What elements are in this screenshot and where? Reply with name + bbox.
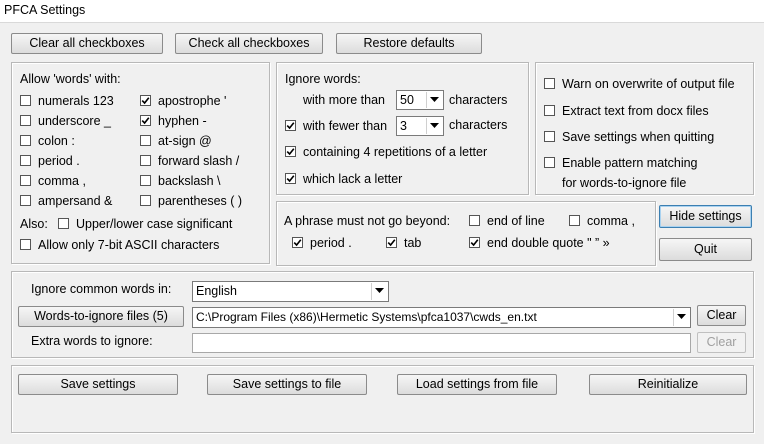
restore-defaults-button[interactable]: Restore defaults <box>336 33 482 54</box>
checkmark-icon <box>141 97 150 105</box>
checkbox-box[interactable] <box>140 135 151 146</box>
extra-words-input[interactable] <box>192 333 691 353</box>
checkbox-box[interactable] <box>140 175 151 186</box>
checkmark-icon <box>141 117 150 125</box>
checkmark-icon <box>286 148 295 156</box>
clear-file-button[interactable]: Clear <box>697 305 746 326</box>
checkbox-box[interactable] <box>285 173 296 184</box>
words-to-ignore-files-button[interactable]: Words-to-ignore files (5) <box>18 306 184 327</box>
ignore-words-heading: Ignore words: <box>285 72 361 86</box>
common-words-group: Ignore common words in: English Words-to… <box>11 271 754 358</box>
load-settings-from-file-button[interactable]: Load settings from file <box>397 374 557 395</box>
checkbox-box[interactable] <box>292 237 303 248</box>
chevron-down-icon[interactable] <box>371 283 387 300</box>
checkbox-box[interactable] <box>20 95 31 106</box>
checkbox-box[interactable] <box>20 155 31 166</box>
ignore-words-group: Ignore words: with more than 50 characte… <box>276 62 529 195</box>
checkbox-box[interactable] <box>469 237 480 248</box>
settings-window: PFCA Settings Clear all checkboxes Check… <box>0 0 764 444</box>
checkbox-box[interactable] <box>20 135 31 146</box>
chevron-down-icon[interactable] <box>426 92 442 108</box>
pattern-matching-label-2: for words-to-ignore file <box>562 176 687 190</box>
checkbox-box[interactable] <box>386 237 397 248</box>
checkmark-icon <box>387 239 396 247</box>
fewer-than-select[interactable]: 3 <box>396 116 444 136</box>
language-select[interactable]: English <box>192 281 389 302</box>
checkbox-box[interactable] <box>20 175 31 186</box>
save-settings-to-file-button[interactable]: Save settings to file <box>207 374 367 395</box>
checkbox-box[interactable] <box>285 120 296 131</box>
allow-words-group: Allow 'words' with: numerals 123 undersc… <box>11 62 270 264</box>
checkbox-box[interactable] <box>20 239 31 250</box>
quit-button[interactable]: Quit <box>659 238 752 261</box>
window-title: PFCA Settings <box>4 3 86 17</box>
checkbox-box[interactable] <box>20 115 31 126</box>
checkmark-icon <box>470 239 479 247</box>
checkbox-box[interactable] <box>544 78 555 89</box>
options-group: Warn on overwrite of output file Extract… <box>535 62 754 195</box>
checkbox-box[interactable] <box>140 155 151 166</box>
checkbox-box[interactable] <box>20 195 31 206</box>
checkmark-icon <box>286 175 295 183</box>
checkbox-box[interactable] <box>140 95 151 106</box>
checkbox-box[interactable] <box>544 131 555 142</box>
checkbox-box[interactable] <box>544 105 555 116</box>
checkbox-box[interactable] <box>569 215 580 226</box>
checkbox-box[interactable] <box>140 115 151 126</box>
clear-extra-words-button[interactable]: Clear <box>697 332 746 353</box>
fewer-than-unit: characters <box>449 118 508 132</box>
checkbox-box[interactable] <box>140 195 151 206</box>
title-bar[interactable]: PFCA Settings <box>0 0 764 23</box>
settings-actions-group: Save settings Save settings to file Load… <box>11 365 754 433</box>
file-path-select[interactable]: C:\Program Files (x86)\Hermetic Systems\… <box>192 307 691 328</box>
also-label: Also: <box>20 217 48 231</box>
more-than-select[interactable]: 50 <box>396 90 444 110</box>
checkbox-box[interactable] <box>285 146 296 157</box>
more-than-unit: characters <box>449 93 508 107</box>
checkmark-icon <box>293 239 302 247</box>
common-words-label: Ignore common words in: <box>31 282 172 296</box>
checkbox-box[interactable] <box>469 215 480 226</box>
phrase-heading: A phrase must not go beyond: <box>284 214 451 228</box>
chevron-down-icon[interactable] <box>426 118 442 134</box>
clear-all-checkboxes-button[interactable]: Clear all checkboxes <box>11 33 163 54</box>
chevron-down-icon[interactable] <box>673 309 689 326</box>
checkbox-box[interactable] <box>58 218 69 229</box>
extra-words-label: Extra words to ignore: <box>31 334 153 348</box>
phrase-limit-group: A phrase must not go beyond: end of line… <box>276 201 656 266</box>
hide-settings-button[interactable]: Hide settings <box>659 205 752 228</box>
checkmark-icon <box>286 122 295 130</box>
allow-words-heading: Allow 'words' with: <box>20 72 121 86</box>
reinitialize-button[interactable]: Reinitialize <box>589 374 747 395</box>
check-all-checkboxes-button[interactable]: Check all checkboxes <box>175 33 323 54</box>
checkbox-box[interactable] <box>544 157 555 168</box>
more-than-label: with more than <box>303 93 385 107</box>
save-settings-button[interactable]: Save settings <box>18 374 178 395</box>
